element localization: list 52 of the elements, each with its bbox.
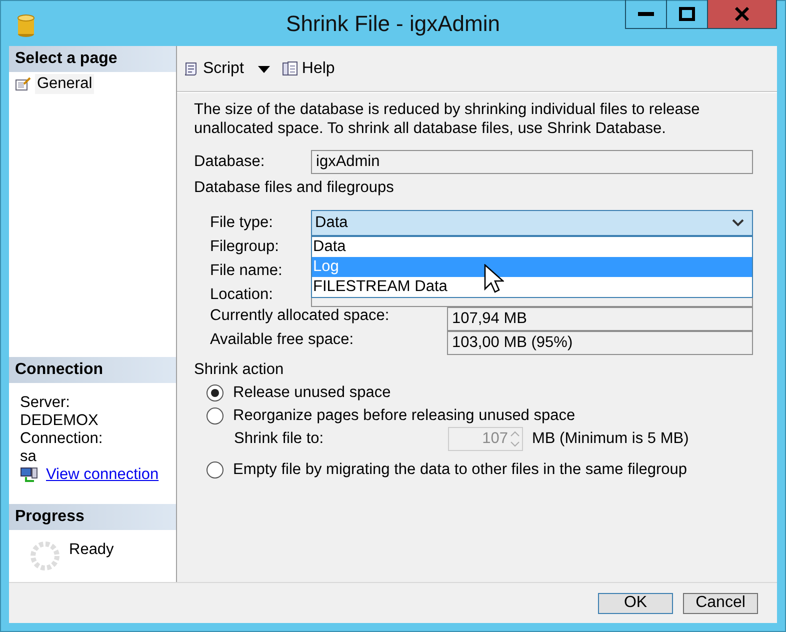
unit-label: MB (Minimum is 5 MB)	[532, 430, 689, 448]
field-label: Available free space:	[209, 331, 355, 349]
page-item[interactable]: General	[35, 74, 94, 94]
minimize-icon	[638, 12, 654, 16]
scroll-icon	[183, 61, 199, 77]
field-label: Shrink file to:	[234, 430, 325, 448]
field-label: Location:	[209, 286, 274, 304]
description-text: The size of the database is reduced by shrinking individual files to release unallocated space. To shrink all database files, use Shrink Database.	[194, 100, 701, 138]
field-label: File type:	[209, 214, 274, 232]
progress-status: Ready	[69, 541, 114, 559]
close-button[interactable]	[707, 0, 777, 29]
toolbar-button[interactable]: Script	[183, 60, 270, 78]
field-label: Currently allocated space:	[209, 307, 390, 325]
radio-label: Release unused space	[233, 384, 391, 402]
section-heading: Connection	[9, 357, 176, 383]
spinner-icon	[29, 540, 61, 572]
dialog-button[interactable]: OK	[598, 592, 673, 614]
connection-user: sa	[20, 448, 38, 466]
maximize-icon	[679, 7, 695, 21]
field-label: Database:	[194, 153, 266, 171]
section-heading: Shrink action	[194, 361, 285, 380]
server-label: Server:	[20, 394, 71, 412]
computer-icon	[20, 467, 38, 483]
toolbar-button[interactable]: Help	[282, 60, 335, 78]
page-icon	[15, 77, 31, 91]
document-icon	[282, 61, 298, 77]
radio-label: Empty file by migrating the data to other files in the same filegroup	[233, 460, 688, 478]
mouse-pointer-icon	[484, 264, 504, 294]
database-field: igxAdmin	[311, 150, 753, 174]
file-type-dropdown[interactable]: Data	[311, 210, 753, 236]
minimize-button[interactable]	[625, 0, 667, 29]
section-heading: Select a page	[9, 46, 176, 72]
section-heading: Progress	[9, 504, 176, 530]
dropdown-option[interactable]: Data	[312, 237, 752, 257]
dialog-button[interactable]: Cancel	[683, 592, 758, 614]
radio-label: Reorganize pages before releasing unused space	[233, 406, 576, 424]
database-icon	[17, 14, 35, 38]
radio-button[interactable]	[206, 406, 224, 424]
chevron-down-icon	[732, 219, 744, 227]
connection-label: Connection:	[20, 430, 104, 448]
free-space-field: 103,00 MB (95%)	[447, 331, 753, 355]
section-heading: Database files and filegroups	[194, 179, 395, 198]
allocated-space-field: 107,94 MB	[447, 307, 753, 331]
close-icon	[734, 7, 750, 21]
radio-button[interactable]	[206, 384, 224, 402]
dropdown-option[interactable]: FILESTREAM Data	[312, 277, 752, 297]
radio-button[interactable]	[206, 460, 224, 478]
view-connection-link[interactable]: View connection	[46, 466, 161, 484]
window-title: Shrink File - igxAdmin	[285, 11, 501, 37]
server-name: DEDEMOX	[20, 412, 100, 430]
field-label: Filegroup:	[209, 238, 280, 256]
field-label: File name:	[209, 262, 284, 280]
